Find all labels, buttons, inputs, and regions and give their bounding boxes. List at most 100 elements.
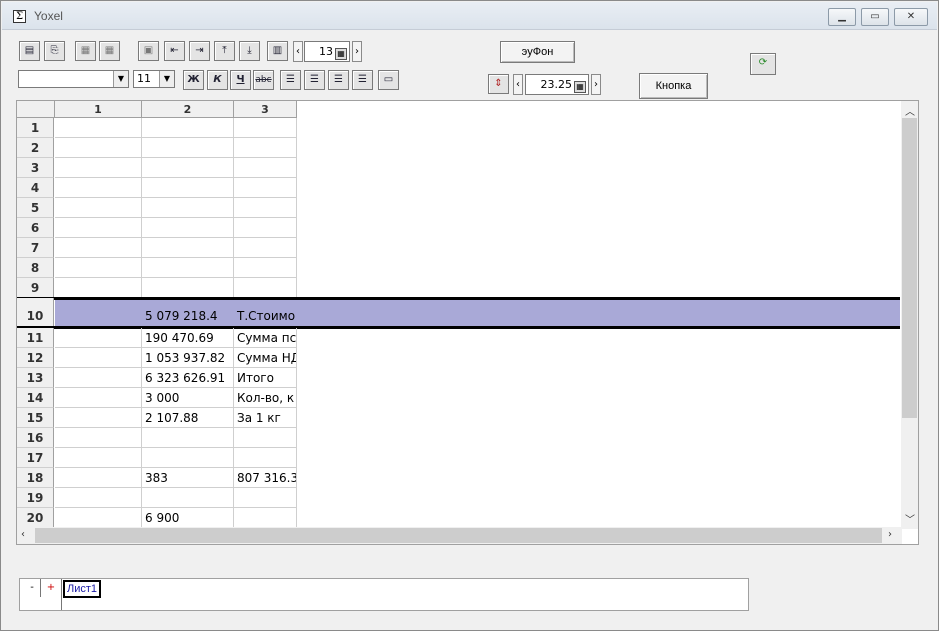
row-header[interactable]: 3 [17, 158, 54, 178]
row-header[interactable]: 9 [17, 278, 54, 298]
grid-cell[interactable] [142, 158, 234, 178]
grid-cell[interactable] [142, 138, 234, 158]
grid-cell[interactable] [234, 118, 297, 138]
row-header[interactable]: 13 [17, 368, 54, 388]
column-header-1[interactable]: 1 [55, 101, 142, 118]
grid-cell[interactable] [142, 198, 234, 218]
page-next-button[interactable]: › [352, 41, 362, 62]
row-header[interactable]: 17 [17, 448, 54, 468]
text-frame-button[interactable]: ▭ [378, 70, 399, 90]
column-header-3[interactable]: 3 [234, 101, 297, 118]
underline-button[interactable]: Ч [230, 70, 251, 90]
grid-cell[interactable] [234, 448, 297, 468]
grid-cell[interactable] [234, 428, 297, 448]
grid-cell[interactable]: Сумма НД [234, 348, 297, 368]
grid-cell[interactable] [142, 218, 234, 238]
insert-row-below-button[interactable]: ⤓ [239, 41, 260, 61]
row-header[interactable]: 10 [17, 298, 54, 328]
grid-cell[interactable] [55, 348, 142, 368]
grid-cell[interactable] [55, 368, 142, 388]
align-left-button[interactable]: ☰ [280, 70, 301, 90]
refresh-button[interactable]: ⟳ [750, 53, 776, 75]
grid-cell[interactable] [55, 258, 142, 278]
minimize-button[interactable]: ▁ [828, 8, 856, 26]
grid-cell[interactable] [55, 118, 142, 138]
grid-cell[interactable]: 5 079 218.4 [142, 298, 234, 328]
align-center-button[interactable]: ☰ [304, 70, 325, 90]
maximize-button[interactable]: ▭ [861, 8, 889, 26]
grid-cell[interactable] [234, 198, 297, 218]
grid-cell[interactable] [234, 488, 297, 508]
row-header[interactable]: 20 [17, 508, 54, 528]
insert-row-above-button[interactable]: ⤒ [214, 41, 235, 61]
row-header[interactable]: 2 [17, 138, 54, 158]
grid-cell[interactable] [55, 158, 142, 178]
font-size-select[interactable]: 11 ▼ [133, 70, 175, 88]
row-height-next-button[interactable]: › [591, 74, 601, 95]
grid-cell[interactable] [142, 488, 234, 508]
grid-cell[interactable] [234, 138, 297, 158]
grid-cell[interactable] [55, 198, 142, 218]
grid-cell[interactable]: Итого [234, 368, 297, 388]
spreadsheet-grid[interactable]: 1 2 3 1 2 3 4 5 6 7 8 9 10 5 079 218.4 Т.Стоимо 11 19… [16, 100, 919, 545]
grid-cell[interactable] [55, 218, 142, 238]
remove-sheet-button[interactable]: - [26, 582, 38, 593]
row-header[interactable]: 6 [17, 218, 54, 238]
calendar-button[interactable]: ▥ [267, 41, 288, 61]
row-header[interactable]: 14 [17, 388, 54, 408]
bold-button[interactable]: Ж [183, 70, 204, 90]
horizontal-scroll-thumb[interactable] [35, 528, 882, 543]
grid-cell[interactable]: 1 053 937.82 [142, 348, 234, 368]
open-button[interactable]: ⎘ [44, 41, 65, 61]
grid-cell[interactable] [234, 278, 297, 298]
close-button[interactable]: ✕ [894, 8, 928, 26]
row-header[interactable]: 1 [17, 118, 54, 138]
title-bar[interactable]: Σ Yoxel ▁ ▭ ✕ [2, 2, 937, 30]
grid-cell[interactable]: 6 900 [142, 508, 234, 528]
grid-cell[interactable] [55, 238, 142, 258]
grid-cell[interactable]: 6 323 626.91 [142, 368, 234, 388]
insert-column-right-button[interactable]: ⇥ [189, 41, 210, 61]
align-justify-button[interactable]: ☰ [328, 70, 349, 90]
grid-cell[interactable] [55, 428, 142, 448]
grid-cell[interactable] [142, 258, 234, 278]
grid-cell[interactable] [142, 448, 234, 468]
grid-cell[interactable]: Кол-во, к [234, 388, 297, 408]
preview-button[interactable]: ▦ [99, 41, 120, 61]
row-header[interactable]: 12 [17, 348, 54, 368]
row-header[interactable]: 15 [17, 408, 54, 428]
sheet-tab-active[interactable]: Лист1 [63, 580, 102, 598]
vertical-scroll-thumb[interactable] [902, 118, 917, 418]
row-header[interactable]: 19 [17, 488, 54, 508]
grid-cell[interactable] [234, 178, 297, 198]
grid-cell[interactable] [142, 178, 234, 198]
row-header[interactable]: 5 [17, 198, 54, 218]
grid-cell[interactable] [55, 388, 142, 408]
grid-cell[interactable] [55, 508, 142, 528]
grid-cell[interactable] [234, 258, 297, 278]
row-header[interactable]: 7 [17, 238, 54, 258]
grid-cell[interactable] [142, 118, 234, 138]
align-right-button[interactable]: ☰ [352, 70, 373, 90]
grid-cell[interactable]: За 1 кг [234, 408, 297, 428]
italic-button[interactable]: К [207, 70, 228, 90]
row-header[interactable]: 18 [17, 468, 54, 488]
font-family-select[interactable]: ▼ [18, 70, 129, 88]
grid-cell[interactable]: 383 [142, 468, 234, 488]
knopka-button[interactable]: Кнопка [639, 73, 708, 99]
grid-cell[interactable]: Т.Стоимо [234, 298, 297, 328]
grid-cell[interactable]: 3 000 [142, 388, 234, 408]
scroll-right-icon[interactable]: › [888, 529, 892, 540]
row-height-prev-button[interactable]: ‹ [513, 74, 523, 95]
grid-cell[interactable] [55, 178, 142, 198]
strikethrough-button[interactable]: abc [253, 70, 274, 90]
grid-cell[interactable] [55, 138, 142, 158]
grid-cell[interactable]: 807 316.3 [234, 468, 297, 488]
insert-column-left-button[interactable]: ⇤ [164, 41, 185, 61]
grid-cell[interactable] [234, 508, 297, 528]
row-header[interactable]: 11 [17, 328, 54, 348]
corner-header[interactable] [17, 101, 55, 118]
scroll-down-icon[interactable]: ﹀ [905, 511, 915, 526]
vertical-scrollbar[interactable]: ︿ ﹀ [901, 101, 918, 529]
eyfon-button[interactable]: эуФон [500, 41, 575, 63]
